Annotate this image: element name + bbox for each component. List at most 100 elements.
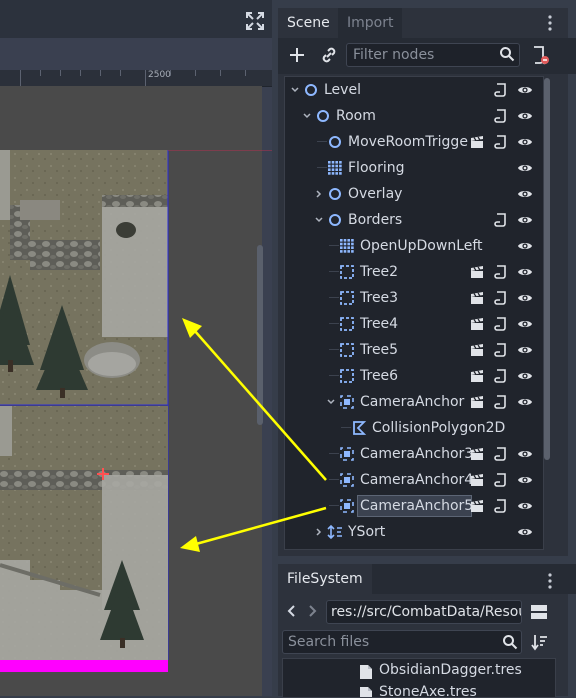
- clapperboard-icon[interactable]: [469, 134, 485, 150]
- script-icon[interactable]: [493, 316, 509, 332]
- visibility-icon[interactable]: [517, 238, 533, 254]
- filter-nodes-input[interactable]: [346, 43, 520, 67]
- node-circle-icon: [329, 214, 341, 226]
- script-icon[interactable]: [493, 134, 509, 150]
- visibility-icon[interactable]: [517, 316, 533, 332]
- visibility-icon[interactable]: [517, 368, 533, 384]
- dock-menu-icon[interactable]: [548, 572, 552, 590]
- visibility-icon[interactable]: [517, 264, 533, 280]
- tree-node-row[interactable]: Tree4: [285, 311, 543, 337]
- link-icon[interactable]: [318, 44, 340, 66]
- static-body-icon: [340, 369, 354, 383]
- clapperboard-icon[interactable]: [469, 290, 485, 306]
- add-node-icon[interactable]: [286, 44, 308, 66]
- clapperboard-icon[interactable]: [469, 368, 485, 384]
- static-body-icon: [340, 343, 354, 357]
- clapperboard-icon[interactable]: [469, 264, 485, 280]
- tree-guide-line: [317, 167, 327, 168]
- tree-node-row[interactable]: CameraAnchor5: [285, 493, 543, 519]
- node-circle-icon: [317, 110, 329, 122]
- tree-node-row[interactable]: Tree2: [285, 259, 543, 285]
- fullscreen-icon[interactable]: [246, 12, 264, 30]
- script-icon[interactable]: [493, 342, 509, 358]
- chevron-right-icon[interactable]: [306, 603, 318, 619]
- tree-guide-line: [329, 479, 339, 480]
- tree-guide-line: [341, 427, 351, 428]
- clapperboard-icon[interactable]: [469, 446, 485, 462]
- tree-node-row[interactable]: Tree5: [285, 337, 543, 363]
- viewport-toolbar: [0, 0, 272, 38]
- visibility-icon[interactable]: [517, 212, 533, 228]
- script-icon[interactable]: [493, 446, 509, 462]
- tree-node-row[interactable]: Flooring: [285, 155, 543, 181]
- search-files-input[interactable]: [282, 630, 522, 654]
- clapperboard-icon[interactable]: [469, 394, 485, 410]
- tab-scene[interactable]: Scene: [278, 8, 339, 38]
- script-icon[interactable]: [493, 472, 509, 488]
- visibility-icon[interactable]: [517, 82, 533, 98]
- tree-node-row[interactable]: Room: [285, 103, 543, 129]
- sort-icon[interactable]: [530, 633, 548, 651]
- split-layout-icon[interactable]: [530, 603, 548, 621]
- tree-node-row[interactable]: CameraAnchor: [285, 389, 543, 415]
- visibility-icon[interactable]: [517, 394, 533, 410]
- clapperboard-icon[interactable]: [469, 498, 485, 514]
- scene-tree[interactable]: Level Room MoveRoomTrigge Flooring Overlay Bo…: [284, 76, 544, 550]
- tree-node-row[interactable]: Borders: [285, 207, 543, 233]
- tree-node-row[interactable]: CollisionPolygon2D: [285, 415, 543, 441]
- tree-node-row[interactable]: Overlay: [285, 181, 543, 207]
- chevron-right-icon[interactable]: [315, 190, 323, 198]
- chevron-down-icon[interactable]: [303, 112, 311, 120]
- visibility-icon[interactable]: [517, 290, 533, 306]
- filesystem-path-field[interactable]: res://src/CombatData/Resou: [326, 600, 522, 624]
- chevron-down-icon[interactable]: [315, 216, 323, 224]
- script-icon[interactable]: [493, 264, 509, 280]
- script-icon[interactable]: [493, 290, 509, 306]
- tab-filesystem[interactable]: FileSystem: [278, 564, 372, 594]
- tree-node-row[interactable]: CameraAnchor4: [285, 467, 543, 493]
- tree-node-row[interactable]: OpenUpDownLeft: [285, 233, 543, 259]
- attach-script-icon[interactable]: [530, 44, 550, 66]
- file-list-item[interactable]: ObsidianDagger.tres: [283, 661, 555, 683]
- chevron-down-icon[interactable]: [327, 398, 335, 406]
- clapperboard-icon[interactable]: [469, 472, 485, 488]
- chevron-down-icon[interactable]: [291, 86, 299, 94]
- tree-node-label: CollisionPolygon2D: [372, 420, 506, 436]
- tree-node-label: MoveRoomTrigge: [348, 134, 468, 150]
- clapperboard-icon[interactable]: [469, 342, 485, 358]
- script-icon[interactable]: [493, 368, 509, 384]
- visibility-icon[interactable]: [517, 108, 533, 124]
- chevron-right-icon[interactable]: [315, 528, 323, 536]
- tree-node-row[interactable]: MoveRoomTrigge: [285, 129, 543, 155]
- tree-node-row[interactable]: CameraAnchor3: [285, 441, 543, 467]
- clapperboard-icon[interactable]: [469, 316, 485, 332]
- scene-tree-scrollbar[interactable]: [544, 78, 550, 460]
- tree-node-label: Tree2: [360, 264, 399, 280]
- viewport-scrollbar[interactable]: [257, 245, 263, 425]
- visibility-icon[interactable]: [517, 134, 533, 150]
- tree-guide-line: [329, 323, 339, 324]
- script-icon[interactable]: [493, 82, 509, 98]
- tree-node-row[interactable]: Level: [285, 77, 543, 103]
- dock-menu-icon[interactable]: [548, 14, 552, 32]
- chevron-left-icon[interactable]: [286, 603, 298, 619]
- tree-node-row[interactable]: Tree6: [285, 363, 543, 389]
- script-icon[interactable]: [493, 394, 509, 410]
- visibility-icon[interactable]: [517, 160, 533, 176]
- visibility-icon[interactable]: [517, 342, 533, 358]
- script-icon[interactable]: [493, 212, 509, 228]
- script-icon[interactable]: [493, 108, 509, 124]
- filesystem-tab-bar: [366, 564, 576, 594]
- visibility-icon[interactable]: [517, 498, 533, 514]
- tab-import[interactable]: Import: [338, 8, 403, 38]
- visibility-icon[interactable]: [517, 524, 533, 540]
- tree-node-row[interactable]: YSort: [285, 519, 543, 545]
- game-scene-render: [0, 150, 272, 672]
- script-icon[interactable]: [493, 498, 509, 514]
- visibility-icon[interactable]: [517, 446, 533, 462]
- tree-node-row[interactable]: Tree3: [285, 285, 543, 311]
- visibility-icon[interactable]: [517, 472, 533, 488]
- canvas-viewport[interactable]: 2500: [0, 0, 272, 696]
- visibility-icon[interactable]: [517, 186, 533, 202]
- filesystem-file-list[interactable]: ObsidianDagger.tres StoneAxe.tres: [282, 658, 556, 698]
